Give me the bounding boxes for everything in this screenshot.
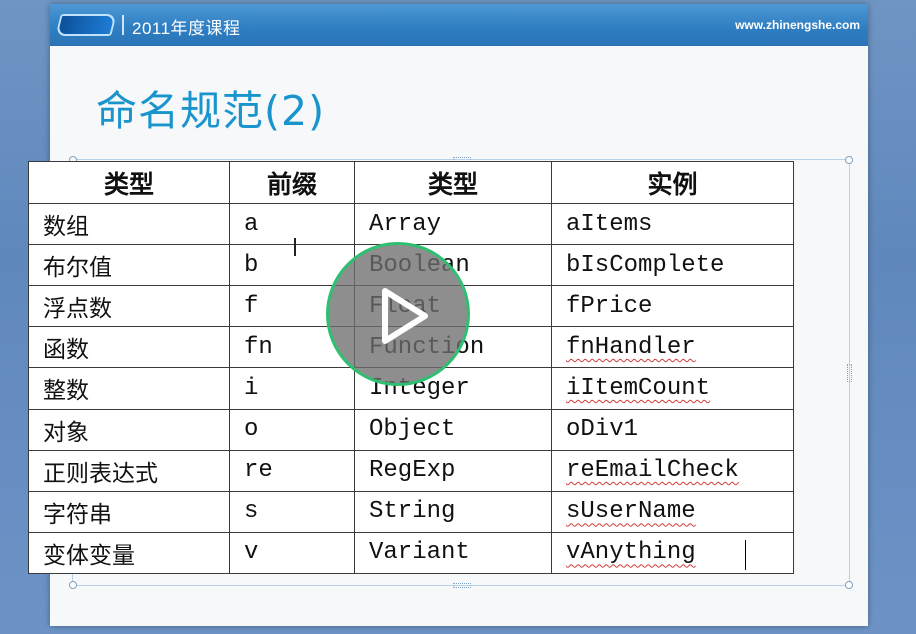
- table-row: 对象 o Object oDiv1: [28, 408, 794, 451]
- header-type: 类型: [28, 161, 230, 204]
- cell-example[interactable]: reEmailCheck: [551, 449, 794, 492]
- example-text: aItems: [566, 210, 653, 238]
- text-caret: [745, 540, 746, 570]
- cell-example[interactable]: iItemCount: [551, 367, 794, 410]
- resize-handle-right[interactable]: [847, 364, 852, 382]
- resize-handle-top-right[interactable]: [845, 156, 853, 164]
- cell-type-en[interactable]: RegExp: [354, 449, 552, 492]
- cell-prefix[interactable]: s: [229, 490, 355, 533]
- example-text: vAnything: [566, 539, 696, 567]
- site-url: www.zhinengshe.com: [735, 18, 860, 32]
- header-divider: [122, 15, 124, 35]
- cell-type-en[interactable]: String: [354, 490, 552, 533]
- brand-logo-icon: [55, 14, 117, 36]
- play-icon: [382, 288, 428, 344]
- cell-type[interactable]: 浮点数: [28, 285, 230, 328]
- cell-type[interactable]: 正则表达式: [28, 449, 230, 492]
- cell-example[interactable]: fnHandler: [551, 326, 794, 369]
- header-example: 实例: [551, 161, 794, 204]
- header-prefix: 前缀: [229, 161, 355, 204]
- cell-example[interactable]: vAnything: [551, 531, 794, 575]
- cell-prefix[interactable]: re: [229, 449, 355, 492]
- table-row: 数组 a Array aItems: [28, 202, 794, 246]
- table-row: 正则表达式 re RegExp reEmailCheck: [28, 449, 794, 492]
- resize-handle-bottom-right[interactable]: [845, 581, 853, 589]
- cell-type-en[interactable]: Variant: [354, 531, 552, 575]
- cell-prefix[interactable]: o: [229, 408, 355, 451]
- cell-prefix[interactable]: a: [229, 202, 355, 246]
- cell-example[interactable]: bIsComplete: [551, 244, 794, 287]
- cell-example[interactable]: oDiv1: [551, 408, 794, 451]
- example-text: reEmailCheck: [566, 457, 739, 485]
- cell-example[interactable]: aItems: [551, 202, 794, 246]
- course-title: 2011年度课程: [132, 19, 241, 38]
- cell-type[interactable]: 布尔值: [28, 244, 230, 287]
- cell-example[interactable]: fPrice: [551, 285, 794, 328]
- example-text: oDiv1: [566, 416, 639, 444]
- cell-type[interactable]: 整数: [28, 367, 230, 410]
- resize-handle-bottom-left[interactable]: [69, 581, 77, 589]
- cell-type[interactable]: 字符串: [28, 490, 230, 533]
- example-text: iItemCount: [566, 374, 711, 402]
- cell-prefix[interactable]: v: [229, 531, 355, 575]
- page-title: 命名规范(2): [96, 87, 326, 135]
- play-button[interactable]: [326, 242, 470, 386]
- cell-type[interactable]: 数组: [28, 202, 230, 246]
- example-text: bIsComplete: [566, 251, 725, 279]
- table-row: 字符串 s String sUserName: [28, 490, 794, 533]
- example-text: sUserName: [566, 498, 696, 526]
- example-text: fnHandler: [566, 333, 696, 361]
- resize-handle-bottom[interactable]: [453, 583, 471, 588]
- header-bar: 2011年度课程 www.zhinengshe.com: [50, 4, 868, 46]
- cell-type[interactable]: 函数: [28, 326, 230, 369]
- table-row: 变体变量 v Variant vAnything: [28, 531, 794, 575]
- example-text: fPrice: [566, 292, 653, 320]
- cell-type[interactable]: 对象: [28, 408, 230, 451]
- cell-example[interactable]: sUserName: [551, 490, 794, 533]
- ibeam-cursor-icon: [294, 238, 296, 256]
- cell-type-en[interactable]: Object: [354, 408, 552, 451]
- cell-type[interactable]: 变体变量: [28, 531, 230, 575]
- header-type-en: 类型: [354, 161, 552, 204]
- cell-type-en[interactable]: Array: [354, 202, 552, 246]
- table-header-row: 类型 前缀 类型 实例: [28, 161, 794, 204]
